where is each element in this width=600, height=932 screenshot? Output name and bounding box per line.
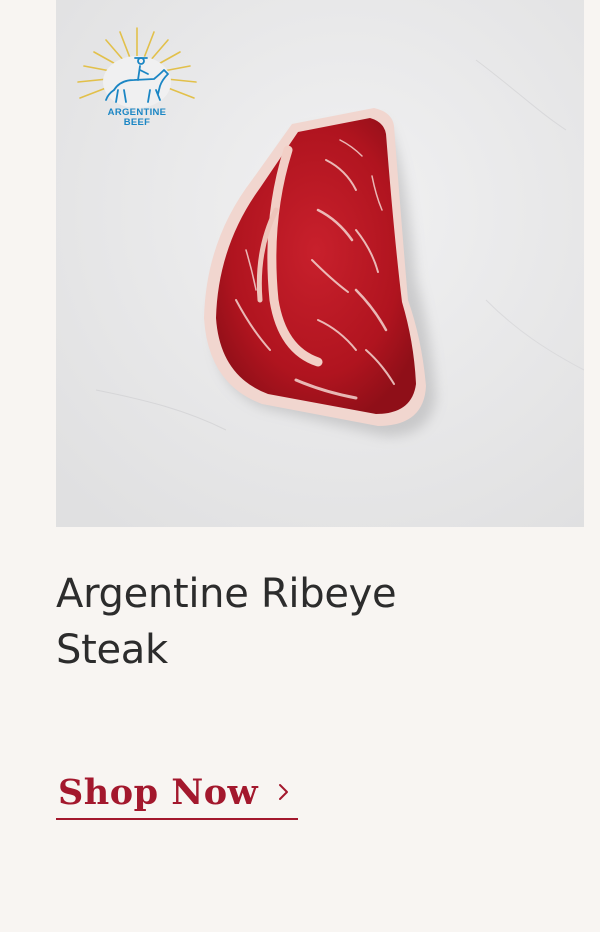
chevron-right-icon <box>279 784 289 800</box>
product-image[interactable]: ARGENTINE BEEF <box>56 0 584 527</box>
badge-label-line2: BEEF <box>123 117 151 128</box>
product-title: Argentine Ribeye Steak <box>56 571 397 673</box>
shop-now-label: Shop Now <box>58 771 259 813</box>
argentine-beef-badge: ARGENTINE BEEF <box>62 24 212 134</box>
product-card: ARGENTINE BEEF Argentine Ribeye Steak Sh… <box>0 0 600 932</box>
shop-now-button[interactable]: Shop Now <box>56 766 298 820</box>
